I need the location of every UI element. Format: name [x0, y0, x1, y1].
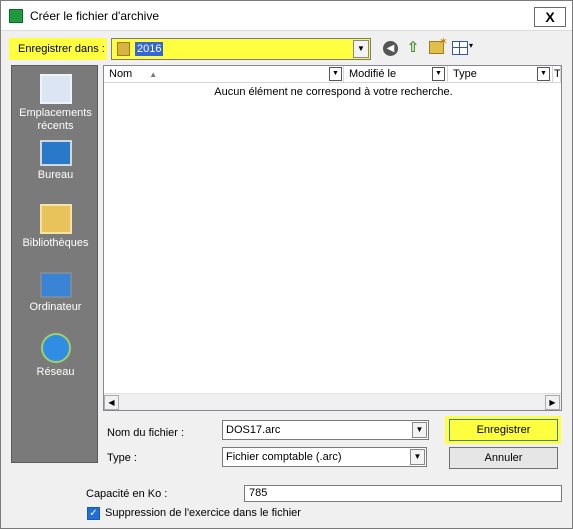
scroll-right-icon[interactable]: ▶ [545, 395, 560, 410]
filetype-label: Type : [107, 452, 137, 464]
horizontal-scrollbar[interactable]: ◀ ▶ [104, 393, 561, 410]
column-name-label: Nom [109, 68, 133, 80]
chevron-down-icon[interactable]: ▼ [353, 40, 369, 58]
filename-input[interactable]: DOS17.arc ▼ [222, 420, 429, 440]
folder-icon [117, 42, 130, 56]
recent-places-icon [39, 74, 72, 104]
dialog-title: Créer le fichier d'archive [30, 9, 160, 23]
filename-dropdown-icon[interactable]: ▼ [412, 422, 427, 438]
column-modified-dropdown-icon[interactable]: ▼ [432, 67, 445, 81]
cancel-button[interactable]: Annuler [449, 447, 558, 469]
places-bar: Emplacements récents Bureau Bibliothèque… [11, 65, 98, 463]
network-globe-icon [40, 333, 71, 363]
view-menu-icon[interactable] [452, 41, 468, 55]
app-chart-icon [9, 9, 23, 23]
capacity-label: Capacité en Ko : [86, 488, 168, 500]
save-archive-dialog: Créer le fichier d'archive X Enregistrer… [0, 0, 573, 529]
desktop-icon [39, 140, 72, 166]
save-in-dropdown[interactable]: 2016 ▼ [111, 38, 371, 60]
place-recent[interactable]: Emplacements récents [12, 74, 99, 133]
place-computer-label: Ordinateur [29, 301, 82, 313]
place-network-label: Réseau [36, 366, 75, 378]
place-recent-label-1: Emplacements [19, 107, 92, 119]
column-header-modified[interactable]: Modifié le ▼ [344, 66, 448, 83]
place-libraries-label: Bibliothèques [22, 237, 89, 249]
sort-ascending-icon: ▲ [149, 70, 158, 79]
filetype-select[interactable]: Fichier comptable (.arc) ▼ [222, 447, 427, 467]
view-menu-chevron-icon[interactable]: ▾ [469, 41, 473, 50]
save-button[interactable]: Enregistrer [449, 419, 558, 441]
capacity-field[interactable]: 785 [244, 485, 562, 502]
filetype-dropdown-icon[interactable]: ▼ [410, 449, 425, 465]
place-network[interactable]: Réseau [12, 333, 99, 379]
empty-list-message: Aucun élément ne correspond à votre rech… [214, 86, 453, 98]
computer-icon [39, 272, 72, 298]
close-button[interactable]: X [534, 7, 566, 27]
capacity-value: 785 [249, 487, 268, 499]
save-in-label: Enregistrer dans : [9, 38, 107, 60]
place-recent-label-2: récents [37, 120, 74, 132]
file-list[interactable]: Nom ▲ ▼ Modifié le ▼ Type ▼ T Aucun élém… [103, 65, 562, 411]
column-modified-label: Modifié le [349, 68, 397, 80]
current-folder-name: 2016 [135, 42, 164, 56]
up-folder-icon[interactable]: ⇧ [405, 39, 421, 57]
column-type-dropdown-icon[interactable]: ▼ [537, 67, 550, 81]
place-computer[interactable]: Ordinateur [12, 272, 99, 314]
delete-exercise-label: Suppression de l'exercice dans le fichie… [105, 507, 301, 519]
filetype-value: Fichier comptable (.arc) [226, 451, 342, 463]
column-size-label: T [554, 68, 561, 80]
filename-label: Nom du fichier : [107, 427, 185, 439]
column-header-type[interactable]: Type ▼ [448, 66, 553, 83]
place-desktop-label: Bureau [37, 169, 74, 181]
column-name-dropdown-icon[interactable]: ▼ [329, 67, 342, 81]
delete-exercise-checkbox[interactable]: ✓ [87, 507, 100, 520]
title-bar[interactable]: Créer le fichier d'archive X [1, 1, 572, 31]
column-type-label: Type [453, 68, 477, 80]
libraries-icon [39, 204, 72, 234]
scroll-left-icon[interactable]: ◀ [104, 395, 119, 410]
column-header-name[interactable]: Nom ▲ ▼ [104, 66, 344, 83]
new-folder-icon[interactable]: ✶ [429, 36, 448, 54]
filename-value: DOS17.arc [226, 424, 281, 436]
back-arrow-icon[interactable]: ◀ [383, 41, 398, 56]
place-libraries[interactable]: Bibliothèques [12, 204, 99, 250]
place-desktop[interactable]: Bureau [12, 140, 99, 182]
column-header-size[interactable]: T [553, 66, 561, 83]
